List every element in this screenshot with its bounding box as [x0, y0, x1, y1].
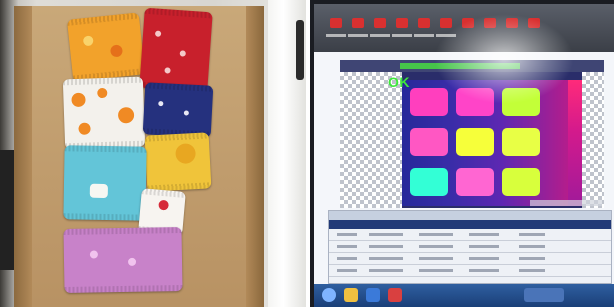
ir-pack-8 — [456, 168, 494, 196]
cardboard-flap-right — [246, 6, 264, 307]
toolbar-icon-6[interactable] — [440, 18, 452, 28]
table-row[interactable] — [329, 229, 611, 241]
photo-inspection-monitor: OK — [310, 0, 614, 307]
toolbar-icon-4[interactable] — [396, 18, 408, 28]
snack-pack-purple — [63, 226, 183, 294]
toolbar-label-1 — [326, 34, 346, 37]
tray-icons — [524, 288, 564, 302]
ir-pack-4 — [410, 128, 448, 156]
ir-pack-1 — [410, 88, 448, 116]
taskbar-app-icon-3[interactable] — [388, 288, 402, 302]
checker-bg-left — [340, 72, 402, 208]
monitor-screen: OK — [314, 4, 614, 284]
toolbar-label-5 — [414, 34, 434, 37]
toolbar-icon-1[interactable] — [330, 18, 342, 28]
snack-pack-navy — [142, 82, 214, 138]
toolbar-icon-2[interactable] — [352, 18, 364, 28]
start-icon[interactable] — [322, 288, 336, 302]
ir-pack-6 — [502, 128, 540, 156]
toolbar-icon-5[interactable] — [418, 18, 430, 28]
toolbar-label-3 — [370, 34, 390, 37]
table-row[interactable] — [329, 265, 611, 277]
toolbar-label-2 — [348, 34, 368, 37]
photo-snack-box — [0, 0, 306, 307]
ir-edge-stripe — [568, 80, 582, 206]
checker-bg-right — [582, 72, 604, 208]
cardboard-flap-left — [14, 6, 32, 307]
appliance-handle — [296, 20, 304, 80]
taskbar-app-icon-1[interactable] — [344, 288, 358, 302]
status-ok-label: OK — [388, 74, 410, 90]
snack-pack-teal — [63, 145, 147, 221]
toolbar-label-4 — [392, 34, 412, 37]
table-header-bar — [329, 211, 611, 220]
screen-glare — [434, 14, 574, 104]
ir-pack-5 — [456, 128, 494, 156]
ir-pack-7 — [410, 168, 448, 196]
taskbar-app-icon-2[interactable] — [366, 288, 380, 302]
snack-pack-orange — [66, 12, 146, 82]
table-row[interactable] — [329, 253, 611, 265]
toolbar-icon-3[interactable] — [374, 18, 386, 28]
table-column-headers — [329, 220, 611, 229]
cable — [0, 150, 14, 270]
taskbar — [314, 284, 614, 307]
snack-pack-yellow — [144, 132, 212, 192]
table-row[interactable] — [329, 241, 611, 253]
results-table — [328, 210, 612, 284]
snack-pack-red — [139, 7, 213, 93]
ir-pack-9 — [502, 168, 540, 196]
viewer-readout — [530, 200, 602, 206]
snack-pack-white-orange — [62, 76, 146, 150]
